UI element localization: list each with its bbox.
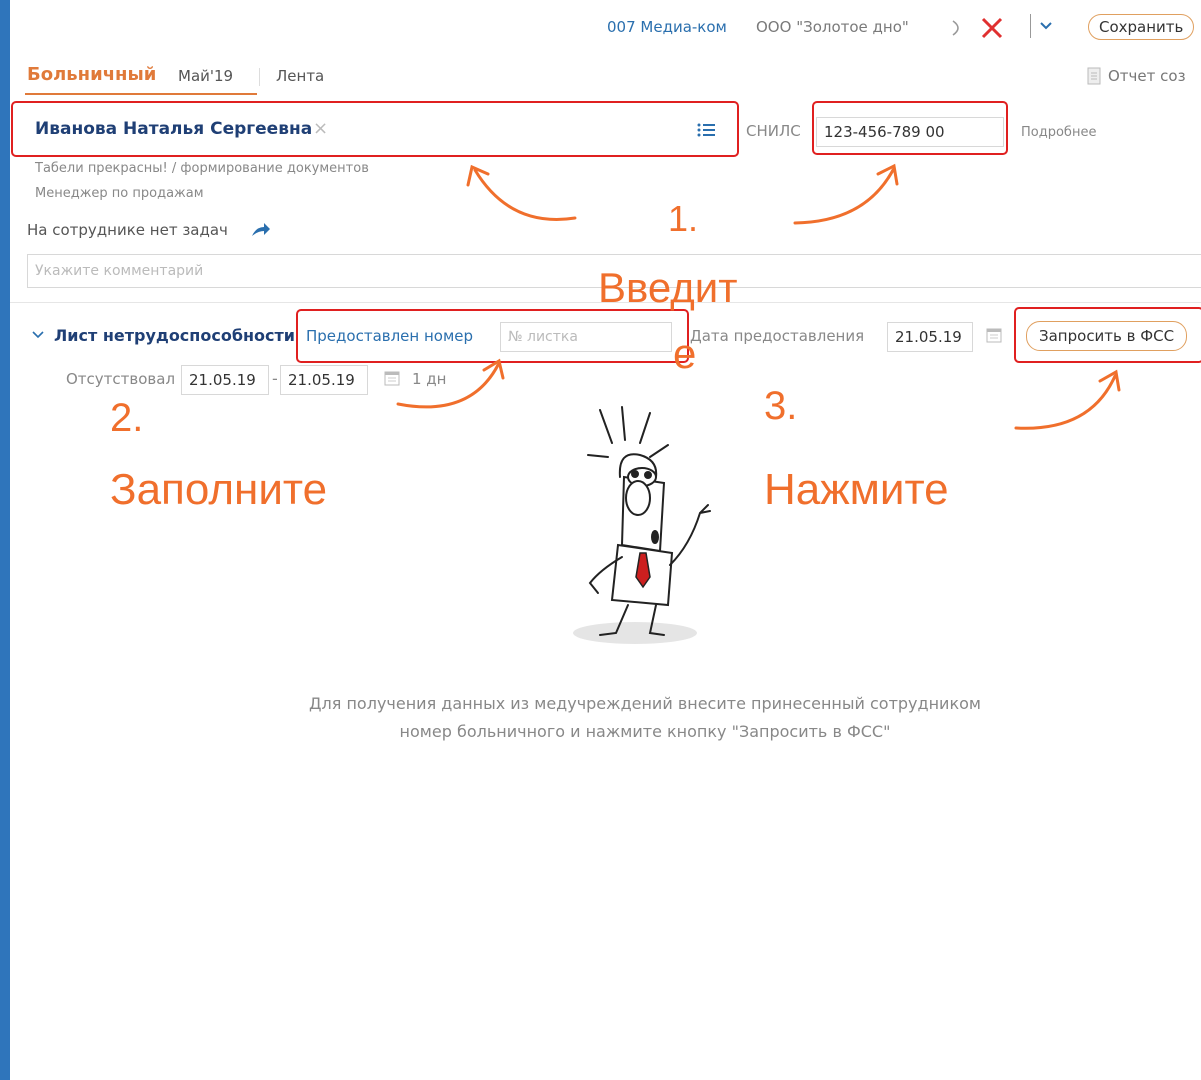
step3-number: 3.: [764, 384, 798, 428]
info-message: Для получения данных из медучреждений вн…: [0, 690, 1201, 746]
step2-text: Заполните: [110, 465, 328, 514]
step2-number: 2.: [110, 396, 144, 440]
step1-text-tail: е: [673, 330, 697, 377]
pointing-man-illustration: [573, 406, 711, 644]
step1-text: Введит: [598, 264, 738, 311]
info-line-1: Для получения данных из медучреждений вн…: [309, 694, 981, 713]
info-line-2: номер больничного и нажмите кнопку "Запр…: [399, 722, 891, 741]
step3-text: Нажмите: [764, 465, 949, 514]
step1-number: 1.: [668, 198, 699, 239]
